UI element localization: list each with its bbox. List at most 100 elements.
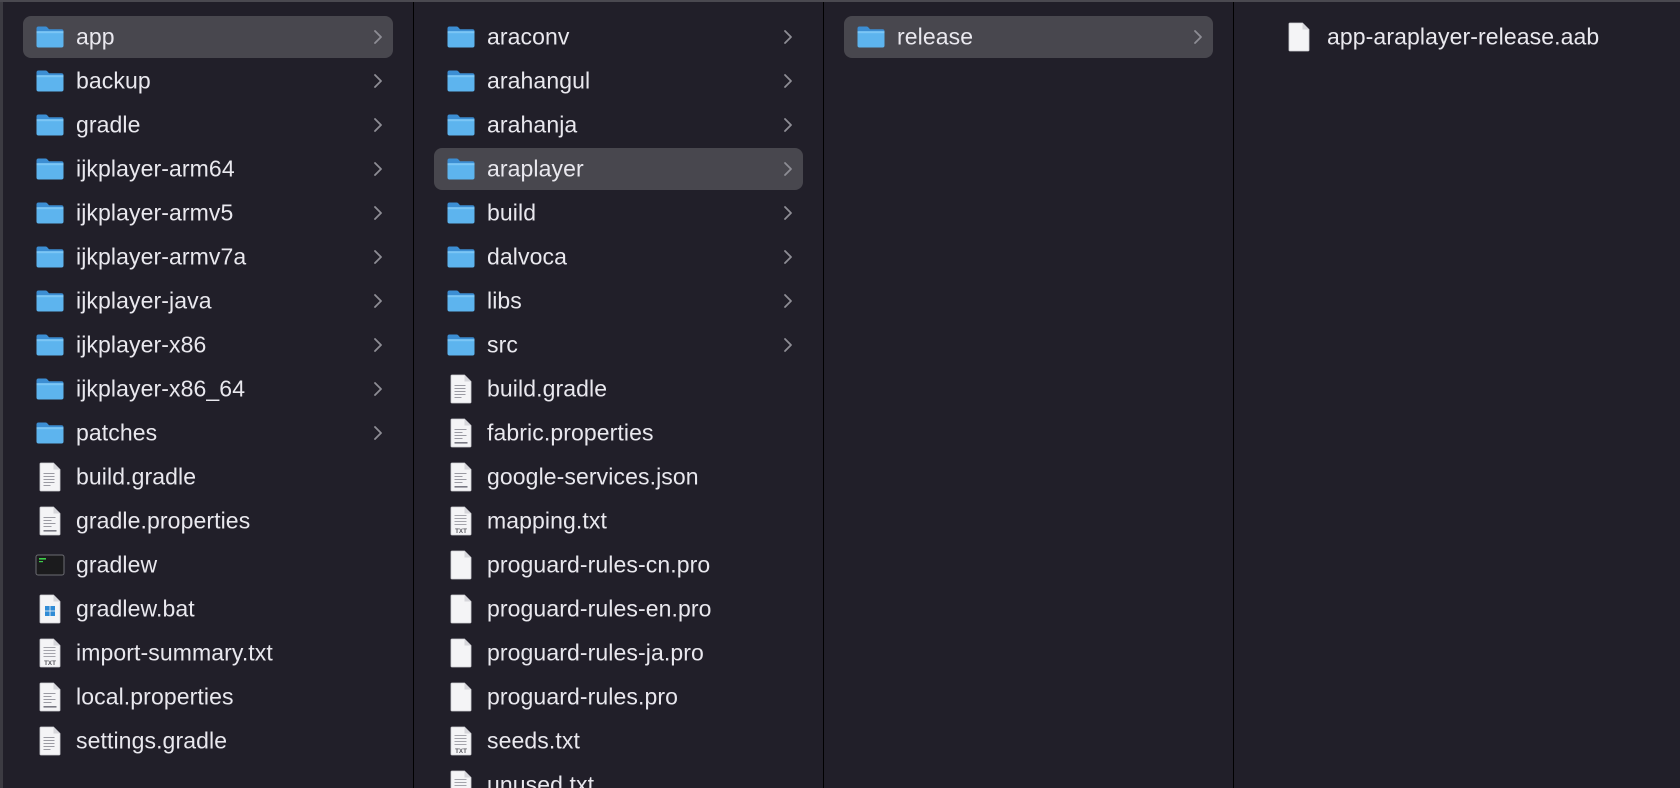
folder-row[interactable]: ijkplayer-armv5 [23, 192, 393, 234]
folder-row[interactable]: libs [434, 280, 803, 322]
folder-row[interactable]: build [434, 192, 803, 234]
file-row[interactable]: fabric.properties [434, 412, 803, 454]
item-name: settings.gradle [76, 727, 228, 754]
folder-row[interactable]: patches [23, 412, 393, 454]
folder-icon [35, 66, 65, 96]
chevron-right-icon [1191, 28, 1205, 46]
item-name: proguard-rules-cn.pro [487, 551, 711, 578]
item-name: google-services.json [487, 463, 699, 490]
file-row[interactable]: proguard-rules-cn.pro [434, 544, 803, 586]
folder-row[interactable]: ijkplayer-x86 [23, 324, 393, 366]
chevron-right-icon [371, 292, 385, 310]
folder-row[interactable]: gradle [23, 104, 393, 146]
folder-row[interactable]: src [434, 324, 803, 366]
blank-file-icon [446, 638, 476, 668]
blank-file-icon [1284, 22, 1314, 52]
chevron-right-icon [781, 204, 795, 222]
chevron-right-icon [371, 204, 385, 222]
file-row[interactable]: app-araplayer-release.aab [1254, 16, 1660, 58]
folder-icon [35, 110, 65, 140]
chevron-right-icon [371, 28, 385, 46]
column-2[interactable]: araconv arahangul arahanja araplayer build da… [414, 2, 823, 788]
item-name: src [487, 331, 518, 358]
text-file-icon: TXT [446, 770, 476, 788]
folder-icon [446, 198, 476, 228]
item-name: app-araplayer-release.aab [1327, 23, 1600, 50]
file-row[interactable]: TXT unused.txt [434, 764, 803, 788]
folder-icon [35, 374, 65, 404]
file-row[interactable]: local.properties [23, 676, 393, 718]
chevron-right-icon [371, 380, 385, 398]
folder-row[interactable]: dalvoca [434, 236, 803, 278]
file-row[interactable]: proguard-rules-en.pro [434, 588, 803, 630]
folder-icon [35, 198, 65, 228]
file-row[interactable]: gradlew.bat [23, 588, 393, 630]
column-1[interactable]: app backup gradle ijkplayer-arm64 ijkplayer-… [3, 2, 413, 788]
folder-icon [35, 242, 65, 272]
chevron-right-icon [781, 116, 795, 134]
folder-row[interactable]: arahangul [434, 60, 803, 102]
folder-row[interactable]: app [23, 16, 393, 58]
properties-file-icon [35, 506, 65, 536]
item-name: ijkplayer-armv5 [76, 199, 234, 226]
document-icon [35, 726, 65, 756]
chevron-right-icon [371, 248, 385, 266]
file-row[interactable]: proguard-rules-ja.pro [434, 632, 803, 674]
file-row[interactable]: TXT import-summary.txt [23, 632, 393, 674]
folder-row[interactable]: araconv [434, 16, 803, 58]
folder-row[interactable]: release [844, 16, 1213, 58]
folder-icon [35, 22, 65, 52]
item-name: ijkplayer-java [76, 287, 212, 314]
folder-row[interactable]: arahanja [434, 104, 803, 146]
file-row[interactable]: gradle.properties [23, 500, 393, 542]
item-name: arahanja [487, 111, 578, 138]
item-name: ijkplayer-arm64 [76, 155, 235, 182]
file-row[interactable]: TXT mapping.txt [434, 500, 803, 542]
column-4[interactable]: app-araplayer-release.aab [1234, 2, 1680, 788]
file-row[interactable]: build.gradle [23, 456, 393, 498]
folder-row[interactable]: ijkplayer-java [23, 280, 393, 322]
file-row[interactable]: TXT seeds.txt [434, 720, 803, 762]
svg-text:TXT: TXT [455, 748, 467, 755]
chevron-right-icon [371, 336, 385, 354]
item-name: build [487, 199, 537, 226]
item-name: local.properties [76, 683, 234, 710]
folder-icon [446, 154, 476, 184]
item-name: libs [487, 287, 522, 314]
document-icon [446, 374, 476, 404]
folder-row[interactable]: ijkplayer-x86_64 [23, 368, 393, 410]
folder-icon [446, 22, 476, 52]
file-row[interactable]: gradlew [23, 544, 393, 586]
text-file-icon: TXT [446, 726, 476, 756]
folder-row[interactable]: ijkplayer-arm64 [23, 148, 393, 190]
blank-file-icon [446, 682, 476, 712]
item-name: gradle [76, 111, 141, 138]
item-name: ijkplayer-x86_64 [76, 375, 246, 402]
finder-column-browser: app backup gradle ijkplayer-arm64 ijkplayer-… [0, 0, 1680, 788]
properties-file-icon [35, 682, 65, 712]
item-name: patches [76, 419, 158, 446]
chevron-right-icon [781, 160, 795, 178]
blank-file-icon [446, 594, 476, 624]
document-icon [35, 462, 65, 492]
chevron-right-icon [781, 28, 795, 46]
item-name: release [897, 23, 974, 50]
item-name: proguard-rules-ja.pro [487, 639, 704, 666]
column-3[interactable]: release [824, 2, 1233, 788]
file-row[interactable]: proguard-rules.pro [434, 676, 803, 718]
item-name: ijkplayer-armv7a [76, 243, 247, 270]
terminal-executable-icon [35, 550, 65, 580]
chevron-right-icon [781, 292, 795, 310]
file-row[interactable]: build.gradle [434, 368, 803, 410]
folder-row[interactable]: ijkplayer-armv7a [23, 236, 393, 278]
folder-row[interactable]: araplayer [434, 148, 803, 190]
folder-icon [35, 418, 65, 448]
item-name: mapping.txt [487, 507, 607, 534]
svg-text:TXT: TXT [455, 528, 467, 535]
folder-row[interactable]: backup [23, 60, 393, 102]
svg-text:TXT: TXT [44, 660, 56, 667]
file-row[interactable]: google-services.json [434, 456, 803, 498]
folder-icon [446, 66, 476, 96]
blank-file-icon [446, 550, 476, 580]
file-row[interactable]: settings.gradle [23, 720, 393, 762]
